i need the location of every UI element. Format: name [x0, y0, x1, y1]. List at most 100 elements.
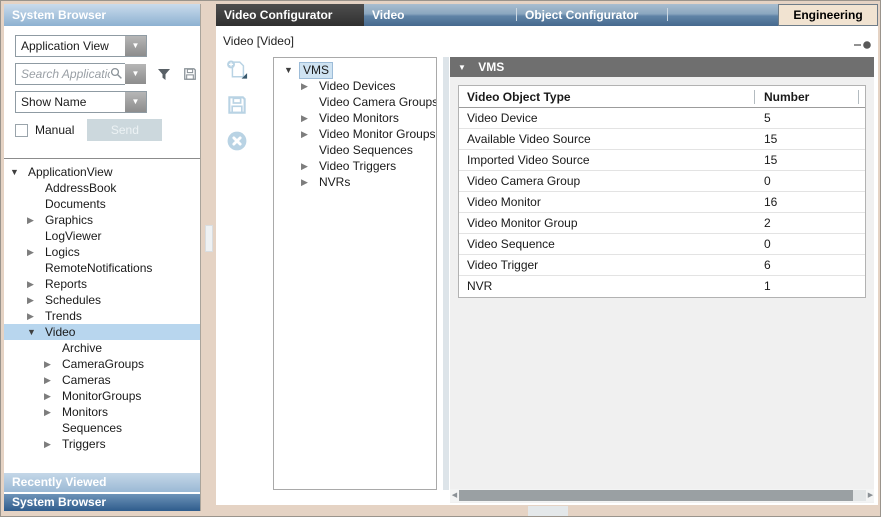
filter-icon[interactable]: [157, 68, 171, 81]
tree-item-sequences[interactable]: Sequences: [4, 420, 200, 436]
scrollbar-thumb[interactable]: [459, 490, 853, 501]
tree-item-cameras[interactable]: ▶Cameras: [4, 372, 200, 388]
panel-splitter[interactable]: [443, 57, 449, 490]
chevron-down-icon[interactable]: ▼: [125, 36, 146, 56]
tab-video[interactable]: Video: [364, 4, 516, 26]
tree-item-label[interactable]: Video: [42, 325, 78, 340]
tree-item-label[interactable]: MonitorGroups: [59, 389, 144, 404]
expand-arrow-icon[interactable]: ▶: [301, 158, 316, 174]
new-object-button[interactable]: [226, 59, 248, 79]
expand-arrow-icon[interactable]: ▶: [27, 292, 42, 308]
tree-item-label[interactable]: AddressBook: [42, 181, 119, 196]
tree-item-trends[interactable]: ▶Trends: [4, 308, 200, 324]
tree-item-nvrs[interactable]: ▶NVRs: [274, 174, 436, 190]
table-row[interactable]: NVR1: [459, 276, 865, 297]
table-row[interactable]: Video Camera Group0: [459, 171, 865, 192]
column-separator[interactable]: [754, 90, 755, 104]
engineering-button[interactable]: Engineering: [778, 4, 878, 26]
table-row[interactable]: Available Video Source15: [459, 129, 865, 150]
expand-arrow-icon[interactable]: ▶: [301, 110, 316, 126]
tree-item-label[interactable]: Monitors: [59, 405, 111, 420]
expand-arrow-icon[interactable]: ▶: [44, 356, 59, 372]
expand-arrow-icon[interactable]: ▶: [44, 372, 59, 388]
tree-item-label[interactable]: Archive: [59, 341, 105, 356]
expand-arrow-icon[interactable]: ▶: [44, 436, 59, 452]
tree-item-label[interactable]: Trends: [42, 309, 85, 324]
expand-arrow-icon[interactable]: ▶: [27, 244, 42, 260]
tree-item-video-triggers[interactable]: ▶Video Triggers: [274, 158, 436, 174]
scrollbar-track[interactable]: [853, 490, 866, 501]
table-row[interactable]: Video Monitor16: [459, 192, 865, 213]
tree-item-label[interactable]: CameraGroups: [59, 357, 147, 372]
tree-item-label[interactable]: NVRs: [316, 175, 353, 190]
tree-item-archive[interactable]: Archive: [4, 340, 200, 356]
expand-arrow-icon[interactable]: ▶: [27, 308, 42, 324]
tree-item-reports[interactable]: ▶Reports: [4, 276, 200, 292]
view-mode-select[interactable]: Application View ▼: [15, 35, 147, 57]
tree-item-label[interactable]: Triggers: [59, 437, 109, 452]
tree-item-label[interactable]: LogViewer: [42, 229, 104, 244]
system-browser-bar[interactable]: System Browser: [4, 494, 200, 511]
expand-arrow-icon[interactable]: ▶: [44, 388, 59, 404]
tab-video-configurator[interactable]: Video Configurator: [216, 4, 364, 26]
column-header-video-object-type[interactable]: Video Object Type: [467, 86, 571, 108]
search-dropdown-button[interactable]: ▼: [125, 64, 146, 84]
tree-item-label[interactable]: Video Sequences: [316, 143, 416, 158]
expand-arrow-icon[interactable]: ▶: [301, 126, 316, 142]
expand-arrow-icon[interactable]: ▶: [27, 212, 42, 228]
tree-item-addressbook[interactable]: AddressBook: [4, 180, 200, 196]
table-row[interactable]: Video Device5: [459, 108, 865, 129]
collapse-arrow-icon[interactable]: ▼: [284, 62, 299, 78]
expand-arrow-icon[interactable]: ▶: [301, 78, 316, 94]
tree-item-video-sequences[interactable]: Video Sequences: [274, 142, 436, 158]
expand-arrow-icon[interactable]: ▶: [301, 174, 316, 190]
expand-arrow-icon[interactable]: ▶: [44, 404, 59, 420]
tree-item-logviewer[interactable]: LogViewer: [4, 228, 200, 244]
scroll-left-icon[interactable]: ◀: [450, 489, 459, 502]
delete-button[interactable]: [226, 131, 248, 151]
sidebar-splitter[interactable]: [202, 4, 216, 511]
tree-item-label[interactable]: Documents: [42, 197, 109, 212]
send-button[interactable]: Send: [87, 119, 162, 141]
manual-checkbox[interactable]: [15, 124, 28, 137]
table-row[interactable]: Video Monitor Group2: [459, 213, 865, 234]
tree-item-label[interactable]: Schedules: [42, 293, 104, 308]
vms-section-header[interactable]: ▼ VMS: [450, 57, 874, 77]
tree-item-cameragroups[interactable]: ▶CameraGroups: [4, 356, 200, 372]
tree-item-video[interactable]: ▼Video: [4, 324, 200, 340]
save-button[interactable]: [226, 95, 248, 115]
column-header-number[interactable]: Number: [764, 86, 809, 108]
tree-item-label[interactable]: Video Triggers: [316, 159, 399, 174]
tree-item-video-devices[interactable]: ▶Video Devices: [274, 78, 436, 94]
tree-item-documents[interactable]: Documents: [4, 196, 200, 212]
expand-arrow-icon[interactable]: ▶: [27, 276, 42, 292]
tree-item-label[interactable]: Graphics: [42, 213, 96, 228]
display-mode-select[interactable]: Show Name ▼: [15, 91, 147, 113]
tree-item-video-monitors[interactable]: ▶Video Monitors: [274, 110, 436, 126]
tree-item-schedules[interactable]: ▶Schedules: [4, 292, 200, 308]
tree-item-label[interactable]: Video Camera Groups: [316, 95, 437, 110]
splitter-grip-icon[interactable]: [205, 225, 213, 252]
column-separator[interactable]: [858, 90, 859, 104]
table-row[interactable]: Video Trigger6: [459, 255, 865, 276]
recently-viewed-bar[interactable]: Recently Viewed: [4, 473, 200, 492]
horizontal-scrollbar[interactable]: ◀ ▶: [450, 489, 874, 502]
tree-item-label[interactable]: RemoteNotifications: [42, 261, 155, 276]
scroll-right-icon[interactable]: ▶: [866, 489, 875, 502]
collapse-arrow-icon[interactable]: ▼: [10, 164, 25, 180]
table-row[interactable]: Video Sequence0: [459, 234, 865, 255]
tree-item-remotenotifications[interactable]: RemoteNotifications: [4, 260, 200, 276]
tree-item-label[interactable]: VMS: [299, 62, 333, 79]
tree-item-label[interactable]: Video Monitors: [316, 111, 402, 126]
tree-item-vms[interactable]: ▼VMS: [274, 62, 436, 78]
tree-item-monitorgroups[interactable]: ▶MonitorGroups: [4, 388, 200, 404]
tree-item-logics[interactable]: ▶Logics: [4, 244, 200, 260]
search-input[interactable]: Search Application Vie: [15, 63, 125, 85]
tree-item-label[interactable]: Sequences: [59, 421, 125, 436]
tree-item-label[interactable]: Logics: [42, 245, 83, 260]
tree-item-label[interactable]: Video Devices: [316, 79, 399, 94]
tree-item-graphics[interactable]: ▶Graphics: [4, 212, 200, 228]
chevron-down-icon[interactable]: ▼: [125, 92, 146, 112]
tab-object-configurator[interactable]: Object Configurator: [517, 4, 667, 26]
tree-item-label[interactable]: Cameras: [59, 373, 114, 388]
